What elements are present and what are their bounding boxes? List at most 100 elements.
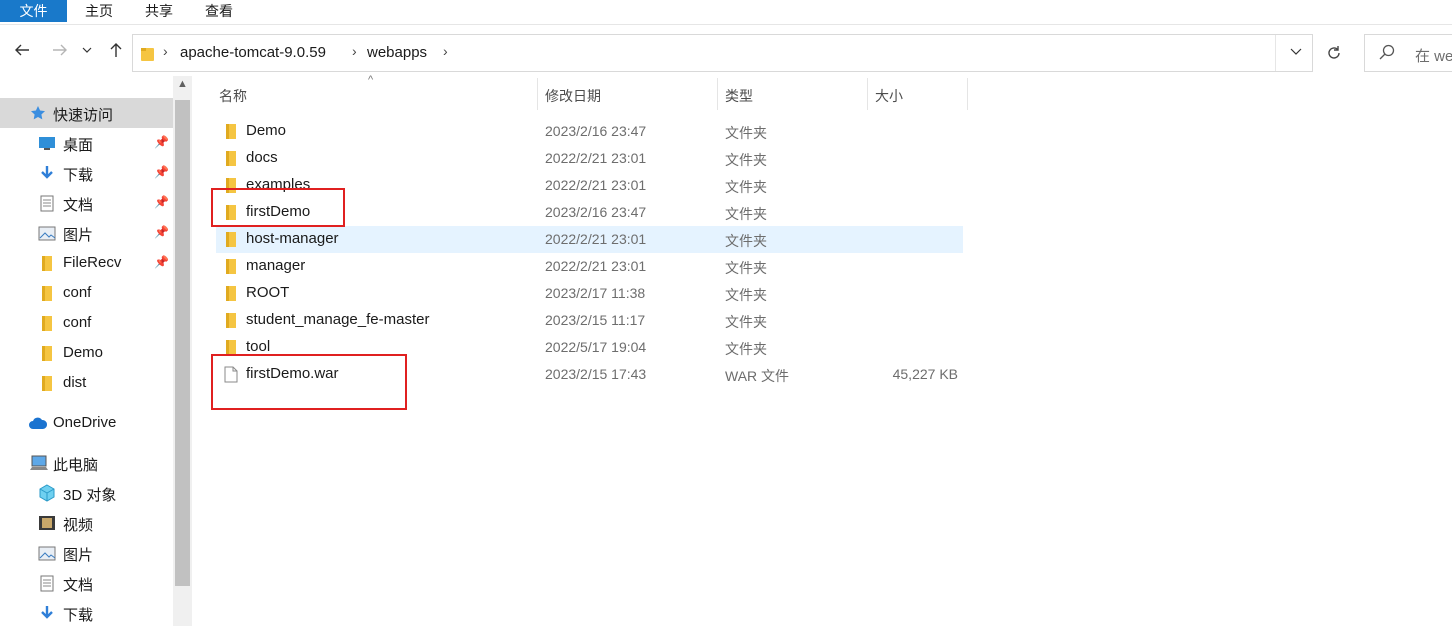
annotation-box (211, 354, 407, 410)
sidebar-item-label: 此电脑 (53, 457, 99, 474)
tab-file[interactable]: 文件 (0, 0, 67, 22)
sidebar-item-downloads-pc[interactable]: 下载 (0, 598, 173, 628)
file-modified: 2022/2/21 23:01 (545, 150, 647, 166)
file-row[interactable]: student_manage_fe-master 2023/2/15 11:17… (216, 307, 963, 334)
scrollbar-thumb[interactable] (175, 100, 190, 586)
column-header-type[interactable]: 类型 (718, 78, 867, 110)
column-header-name[interactable]: 名称 (216, 78, 537, 110)
folder-icon (38, 374, 56, 392)
sidebar-item-label: 快速访问 (53, 107, 114, 124)
picture-icon (38, 544, 56, 562)
download-icon (38, 604, 56, 622)
file-row[interactable]: ROOT 2023/2/17 11:38 文件夹 (216, 280, 963, 307)
up-arrow-icon[interactable] (106, 40, 126, 60)
sidebar-item-downloads[interactable]: 下载 📌 (0, 158, 173, 188)
download-icon (38, 164, 56, 182)
annotation-box (211, 188, 345, 227)
3d-objects-icon (38, 484, 56, 502)
sidebar-item-label: 图片 (63, 227, 94, 244)
sidebar-scrollbar[interactable]: ▲ (173, 76, 192, 626)
file-name: ROOT (246, 284, 290, 301)
address-bar[interactable]: › apache-tomcat-9.0.59 › webapps › (132, 34, 1313, 72)
folder-icon (38, 344, 56, 362)
file-row[interactable]: docs 2022/2/21 23:01 文件夹 (216, 145, 963, 172)
search-box[interactable]: 在 we (1364, 34, 1452, 72)
breadcrumb-tomcat[interactable]: apache-tomcat-9.0.59 (180, 44, 326, 61)
sidebar-item-documents-pc[interactable]: 文档 (0, 568, 173, 598)
pin-icon: 📌 (154, 255, 169, 269)
file-row[interactable]: manager 2022/2/21 23:01 文件夹 (216, 253, 963, 280)
sidebar-item-quick-access[interactable]: 快速访问 (0, 98, 173, 128)
folder-icon (226, 232, 236, 247)
sidebar-item-conf[interactable]: conf (0, 278, 173, 308)
file-type: 文件夹 (725, 314, 767, 330)
folder-icon (226, 259, 236, 274)
breadcrumb-separator[interactable]: › (443, 43, 448, 59)
column-header-label: 修改日期 (545, 88, 601, 104)
ribbon-tabs: 文件 主页 共享 查看 (0, 0, 1452, 25)
folder-icon (226, 286, 236, 301)
forward-arrow-icon[interactable] (50, 40, 70, 60)
sidebar-item-desktop[interactable]: 桌面 📌 (0, 128, 173, 158)
sidebar-item-demo[interactable]: Demo (0, 338, 173, 368)
sidebar-item-documents[interactable]: 文档 📌 (0, 188, 173, 218)
sidebar-item-label: FileRecv (63, 254, 122, 271)
breadcrumb-webapps[interactable]: webapps (367, 44, 427, 61)
breadcrumb-separator[interactable]: › (163, 43, 168, 59)
column-divider[interactable] (967, 78, 968, 110)
pin-icon: 📌 (154, 165, 169, 179)
sidebar-item-filerecv[interactable]: FileRecv 📌 (0, 248, 173, 278)
document-icon (38, 194, 56, 212)
tab-home[interactable]: 主页 (69, 0, 129, 22)
sidebar-item-label: 桌面 (63, 137, 94, 154)
column-header-size[interactable]: 大小 (868, 78, 967, 110)
back-arrow-icon[interactable] (12, 40, 32, 60)
sidebar-item-label: 文档 (63, 197, 94, 214)
file-modified: 2023/2/15 11:17 (545, 312, 646, 328)
file-type: 文件夹 (725, 260, 767, 276)
tab-view[interactable]: 查看 (189, 0, 249, 22)
file-name: docs (246, 149, 278, 166)
scroll-up-icon[interactable]: ▲ (173, 78, 192, 96)
sidebar-item-label: 图片 (63, 547, 94, 564)
navigation-bar: › apache-tomcat-9.0.59 › webapps › 在 we (0, 26, 1452, 76)
file-type: 文件夹 (725, 233, 767, 249)
breadcrumb-separator[interactable]: › (352, 43, 357, 59)
sidebar-item-pictures[interactable]: 图片 📌 (0, 218, 173, 248)
star-icon (29, 104, 47, 122)
search-input[interactable]: 在 we (1415, 45, 1452, 66)
file-name: Demo (246, 122, 287, 139)
sidebar-item-videos[interactable]: 视频 (0, 508, 173, 538)
sidebar-item-this-pc[interactable]: 此电脑 (0, 448, 173, 478)
folder-icon (226, 340, 236, 355)
sidebar-item-label: 3D 对象 (63, 487, 117, 504)
sidebar-item-dist[interactable]: dist (0, 368, 173, 398)
chevron-down-icon[interactable] (80, 40, 94, 60)
pin-icon: 📌 (154, 225, 169, 239)
address-dropdown-icon[interactable] (1290, 45, 1302, 60)
file-name: tool (246, 338, 271, 355)
sidebar-item-label: OneDrive (53, 414, 117, 431)
document-icon (38, 574, 56, 592)
file-row-hovered[interactable]: host-manager 2022/2/21 23:01 文件夹 (216, 226, 963, 253)
sidebar-item-onedrive[interactable]: OneDrive (0, 408, 173, 438)
computer-icon (29, 454, 49, 472)
file-modified: 2022/2/21 23:01 (545, 258, 647, 274)
file-type: 文件夹 (725, 287, 767, 303)
folder-icon (38, 314, 56, 332)
tab-share[interactable]: 共享 (129, 0, 189, 22)
column-header-modified[interactable]: 修改日期 (538, 78, 717, 110)
file-modified: 2022/5/17 19:04 (545, 339, 647, 355)
desktop-icon (38, 134, 56, 152)
file-modified: 2022/2/21 23:01 (545, 231, 647, 247)
sidebar-item-label: conf (63, 284, 92, 301)
sidebar-item-conf[interactable]: conf (0, 308, 173, 338)
sidebar-item-label: 视频 (63, 517, 94, 534)
sidebar-item-3d-objects[interactable]: 3D 对象 (0, 478, 173, 508)
file-type: 文件夹 (725, 341, 767, 357)
file-row[interactable]: Demo 2023/2/16 23:47 文件夹 (216, 118, 963, 145)
sidebar-item-pictures-pc[interactable]: 图片 (0, 538, 173, 568)
file-modified: 2022/2/21 23:01 (545, 177, 647, 193)
refresh-icon[interactable] (1320, 34, 1348, 72)
folder-icon (38, 254, 56, 272)
